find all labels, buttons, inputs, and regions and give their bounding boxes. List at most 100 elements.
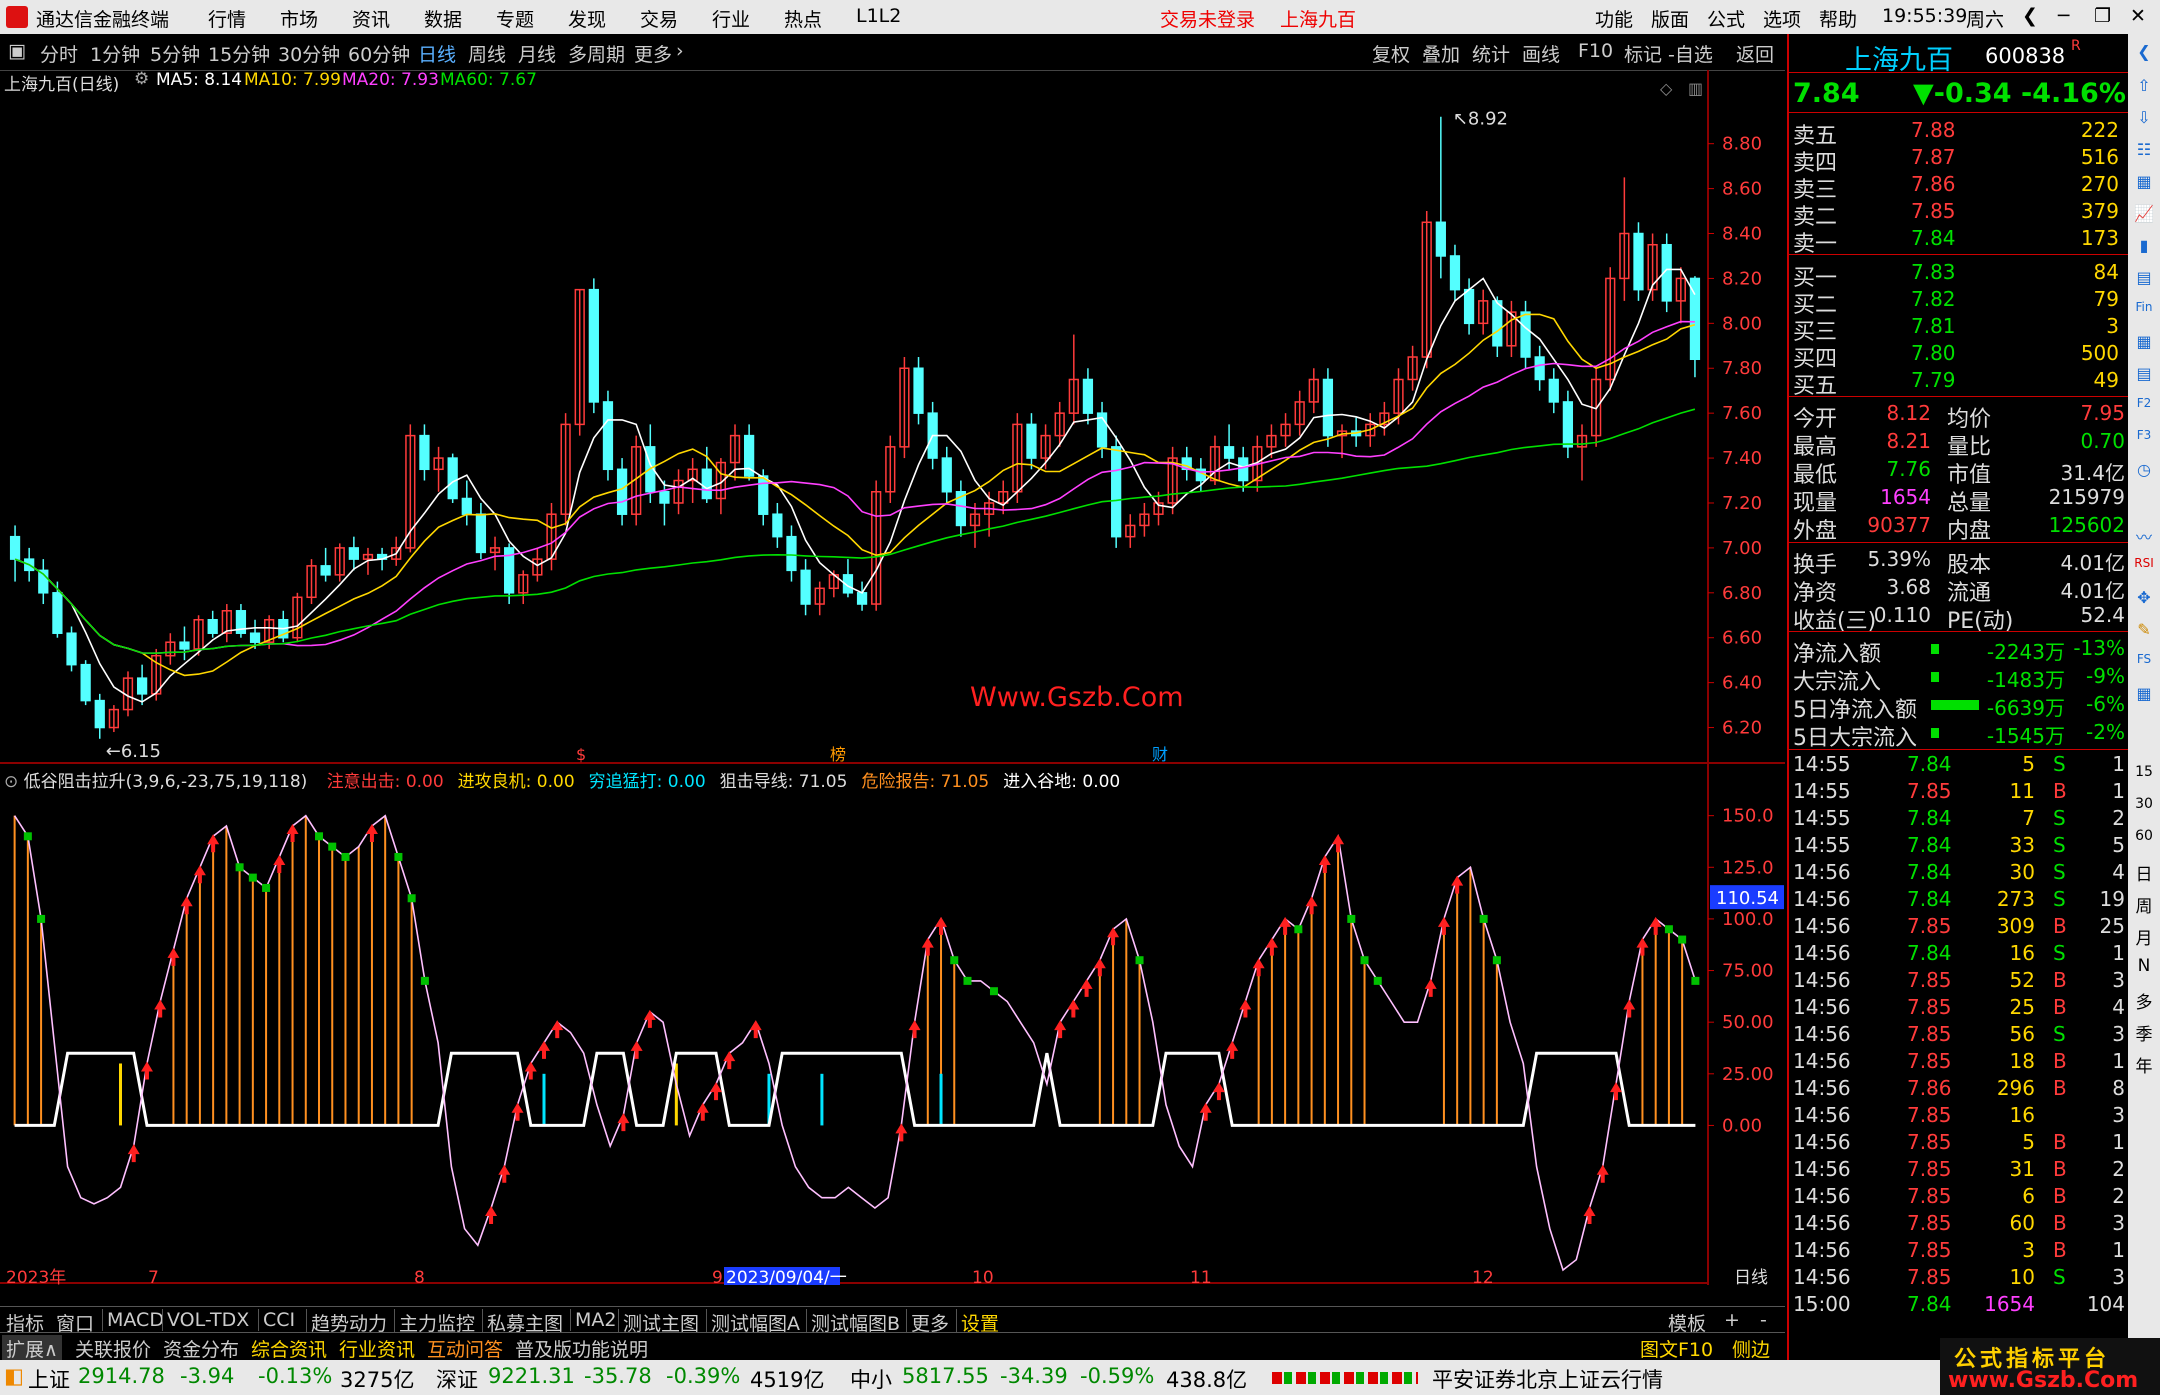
info-tab-2[interactable]: 资金分布 xyxy=(159,1335,243,1362)
info-tab-1[interactable]: 关联报价 xyxy=(71,1335,155,1362)
btn-zixuan[interactable]: -自选 xyxy=(1668,40,1713,67)
wave-icon[interactable]: 〰 xyxy=(2132,524,2156,547)
bid-row-1[interactable]: 买一 7.83 84 xyxy=(1789,260,2129,291)
template-control-1[interactable]: + xyxy=(1720,1309,1744,1331)
indicator-tab-8[interactable]: MA2 xyxy=(570,1309,620,1331)
menu-xuanxiang[interactable]: 选项 xyxy=(1763,5,1801,32)
menu-l1l2[interactable]: L1L2 xyxy=(856,5,901,27)
bid-row-3[interactable]: 买三 7.81 3 xyxy=(1789,314,2129,345)
candlestick-chart[interactable]: 8.80 8.60 8.40 8.20 8.00 7.80 7.60 7.40 7.20 7.00… xyxy=(0,70,1785,765)
line-chart-icon[interactable]: 📈 xyxy=(2132,204,2156,226)
btn-diejia[interactable]: 叠加 xyxy=(1422,40,1460,67)
menu-hangye[interactable]: 行业 xyxy=(712,5,750,32)
ask-row-5[interactable]: 卖五 7.88 222 xyxy=(1789,118,2129,149)
info-tab-4[interactable]: 行业资讯 xyxy=(335,1335,419,1362)
menu-hangqing[interactable]: 行情 xyxy=(208,5,246,32)
info-tab-5[interactable]: 互动问答 xyxy=(423,1335,507,1362)
tab-daily[interactable]: 日线 xyxy=(418,40,456,67)
indicator-name[interactable]: 低谷阻击拉升(3,9,6,-23,75,19,118) xyxy=(24,772,308,792)
template-control-2[interactable]: - xyxy=(1756,1309,1771,1331)
indicator-tab-3[interactable]: VOL-TDX xyxy=(162,1309,253,1331)
tab-5min[interactable]: 5分钟 xyxy=(150,40,200,67)
menu-shichang[interactable]: 市场 xyxy=(280,5,318,32)
ask-row-3[interactable]: 卖三 7.86 270 xyxy=(1789,172,2129,203)
period-multi-icon[interactable]: 多 xyxy=(2132,988,2156,1013)
side-tab-0[interactable]: 图文F10 xyxy=(1636,1335,1717,1362)
indicator-toggle-icon[interactable]: ⊙ xyxy=(4,772,18,792)
grid-icon[interactable]: ▦ xyxy=(2132,172,2156,194)
maximize-icon[interactable]: ❐ xyxy=(2094,5,2111,27)
btn-fuquan[interactable]: 复权 xyxy=(1372,40,1410,67)
kline-icon[interactable]: ▮ xyxy=(2132,236,2156,258)
info-tab-0[interactable]: 扩展∧ xyxy=(2,1335,62,1362)
period-n-icon[interactable]: N xyxy=(2132,956,2156,978)
btn-huaxian[interactable]: 画线 xyxy=(1522,40,1560,67)
close-icon[interactable]: ✕ xyxy=(2130,5,2146,27)
bid-row-5[interactable]: 买五 7.79 49 xyxy=(1789,368,2129,399)
tab-30min[interactable]: 30分钟 xyxy=(278,40,340,67)
clock-icon[interactable]: ◷ xyxy=(2132,460,2156,482)
list-icon[interactable]: ☷ xyxy=(2132,140,2156,162)
sz-name[interactable]: 深证 xyxy=(436,1364,478,1394)
menu-zixun[interactable]: 资讯 xyxy=(352,5,390,32)
back-icon[interactable]: ❮ xyxy=(2022,5,2038,27)
arrow-down-icon[interactable]: ⇩ xyxy=(2132,108,2156,130)
info-tab-3[interactable]: 综合资讯 xyxy=(247,1335,331,1362)
menu-gongshi[interactable]: 公式 xyxy=(1707,5,1745,32)
period-year-icon[interactable]: 年 xyxy=(2132,1052,2156,1077)
menu-faxian[interactable]: 发现 xyxy=(568,5,606,32)
move-icon[interactable]: ✥ xyxy=(2132,588,2156,610)
indicator-chart[interactable]: 150.0 125.0 100.0 75.00 50.00 25.00 0.00 110.54… xyxy=(0,765,1785,1285)
bid-row-2[interactable]: 买二 7.82 79 xyxy=(1789,287,2129,318)
tab-multi-period[interactable]: 多周期 xyxy=(568,40,625,67)
status-icon[interactable]: ◧ xyxy=(4,1364,24,1388)
btn-fanhui[interactable]: 返回 xyxy=(1736,40,1774,67)
indicator-tab-4[interactable]: CCI xyxy=(258,1309,299,1331)
f2-icon[interactable]: F2 xyxy=(2132,396,2156,418)
tab-1min[interactable]: 1分钟 xyxy=(90,40,140,67)
indicator-tab-2[interactable]: MACD xyxy=(102,1309,168,1331)
toolbar-toggle-icon[interactable]: ▣ xyxy=(8,40,26,62)
table-icon[interactable]: ▤ xyxy=(2132,268,2156,290)
minimize-icon[interactable]: ─ xyxy=(2058,5,2069,27)
zx-name[interactable]: 中小 xyxy=(850,1364,892,1394)
btn-tongji[interactable]: 统计 xyxy=(1472,40,1510,67)
sh-name[interactable]: 上证 xyxy=(28,1364,70,1394)
ask-row-1[interactable]: 卖一 7.84 173 xyxy=(1789,226,2129,257)
menu-zhuanti[interactable]: 专题 xyxy=(496,5,534,32)
arrow-up-icon[interactable]: ⇧ xyxy=(2132,76,2156,98)
fin-icon[interactable]: Fin xyxy=(2132,300,2156,322)
pen-icon[interactable]: ✎ xyxy=(2132,620,2156,642)
menu-gongneng[interactable]: 功能 xyxy=(1595,5,1633,32)
period-quarter-icon[interactable]: 季 xyxy=(2132,1020,2156,1045)
btn-biaoji[interactable]: 标记 xyxy=(1624,40,1662,67)
menu-redian[interactable]: 热点 xyxy=(784,5,822,32)
doc-icon[interactable]: ▤ xyxy=(2132,364,2156,386)
period-day-icon[interactable]: 日 xyxy=(2132,860,2156,885)
chevron-right-icon[interactable]: › xyxy=(676,40,684,62)
ask-row-4[interactable]: 卖四 7.87 516 xyxy=(1789,145,2129,176)
bid-row-4[interactable]: 买四 7.80 500 xyxy=(1789,341,2129,372)
ask-row-2[interactable]: 卖二 7.85 379 xyxy=(1789,199,2129,230)
grid2-icon[interactable]: ▦ xyxy=(2132,332,2156,354)
menu-jiaoyi[interactable]: 交易 xyxy=(640,5,678,32)
period-30-icon[interactable]: 60 xyxy=(2132,828,2156,850)
trade-status[interactable]: 交易未登录 xyxy=(1160,5,1255,32)
tab-fenshi[interactable]: 分时 xyxy=(40,40,78,67)
menu-shuju[interactable]: 数据 xyxy=(424,5,462,32)
menu-banmian[interactable]: 版面 xyxy=(1651,5,1689,32)
menu-bangzhu[interactable]: 帮助 xyxy=(1819,5,1857,32)
info-tab-6[interactable]: 普及版功能说明 xyxy=(511,1335,652,1362)
period-month-icon[interactable]: 月 xyxy=(2132,924,2156,949)
tab-weekly[interactable]: 周线 xyxy=(468,40,506,67)
rsi-icon[interactable]: RSI xyxy=(2132,556,2156,578)
tab-monthly[interactable]: 月线 xyxy=(518,40,556,67)
f3-icon[interactable]: F3 xyxy=(2132,428,2156,450)
period-15-icon[interactable]: 30 xyxy=(2132,796,2156,818)
btn-f10[interactable]: F10 xyxy=(1578,40,1613,62)
tab-more[interactable]: 更多 xyxy=(634,40,672,67)
period-week-icon[interactable]: 周 xyxy=(2132,892,2156,917)
period-1-icon[interactable]: 15 xyxy=(2132,764,2156,786)
tab-15min[interactable]: 15分钟 xyxy=(208,40,270,67)
grid3-icon[interactable]: ▦ xyxy=(2132,684,2156,706)
